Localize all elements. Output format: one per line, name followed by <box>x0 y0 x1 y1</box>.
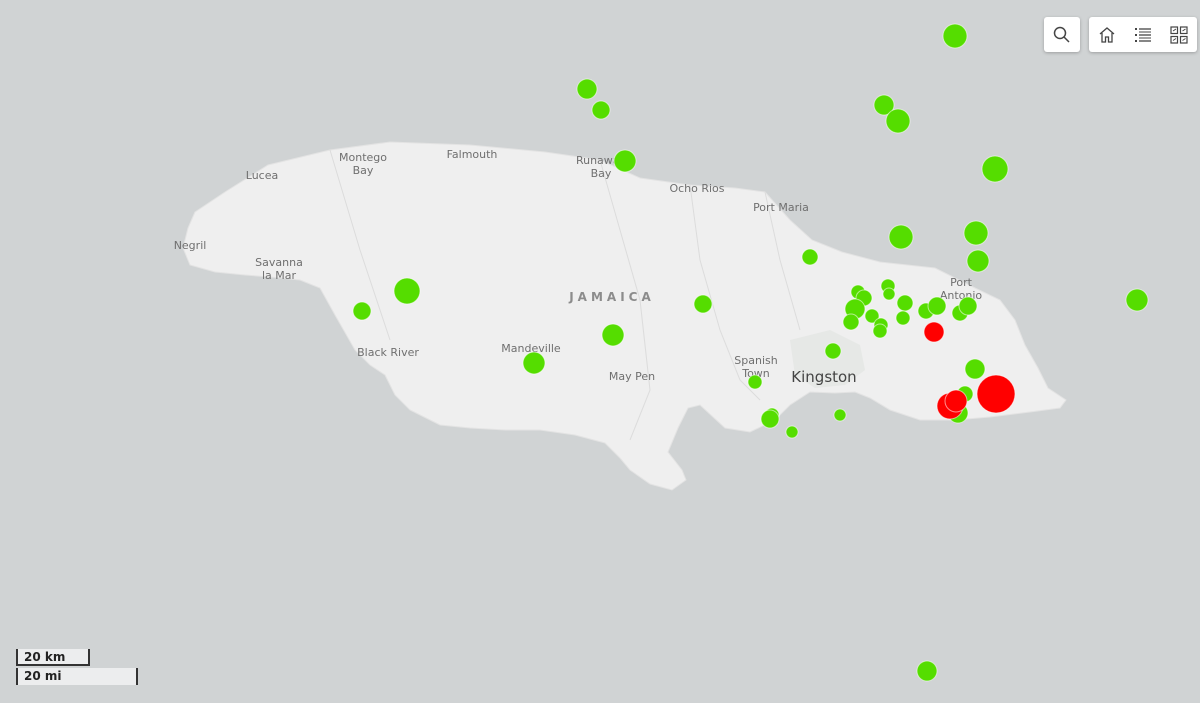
earthquake-marker[interactable] <box>981 155 1009 183</box>
earthquake-marker[interactable] <box>801 248 819 266</box>
earthquake-marker[interactable] <box>885 108 911 134</box>
scale-bar-km: 20 km <box>16 649 90 666</box>
earthquake-marker[interactable] <box>966 249 990 273</box>
place-label-port-maria: Port Maria <box>753 201 809 214</box>
island-label: JAMAICA <box>568 290 655 304</box>
place-label-lucea: Lucea <box>246 169 278 182</box>
legend-button[interactable] <box>1125 17 1161 52</box>
scale-bar-mi: 20 mi <box>16 668 138 685</box>
earthquake-marker[interactable] <box>896 294 914 312</box>
place-label-falmouth: Falmouth <box>447 148 498 161</box>
earthquake-marker[interactable] <box>942 23 968 49</box>
city-label-kingston: Kingston <box>791 368 856 386</box>
place-label-montego-bay-line2: Bay <box>353 164 374 177</box>
place-label-savanna-la-mar: Savanna <box>255 256 303 269</box>
earthquake-marker[interactable] <box>576 78 598 100</box>
earthquake-marker[interactable] <box>393 277 421 305</box>
place-label-port-antonio: Port <box>950 276 972 289</box>
earthquake-marker[interactable] <box>882 287 896 301</box>
basemap-gallery-button[interactable] <box>1161 17 1197 52</box>
earthquake-marker[interactable] <box>591 100 611 120</box>
place-label-savanna-la-mar-line2: la Mar <box>262 269 297 282</box>
home-button[interactable] <box>1089 17 1125 52</box>
earthquake-marker[interactable] <box>927 296 947 316</box>
earthquake-marker[interactable] <box>352 301 372 321</box>
list-icon <box>1135 27 1151 42</box>
earthquake-marker[interactable] <box>895 310 911 326</box>
earthquake-marker[interactable] <box>958 296 978 316</box>
earthquake-marker[interactable] <box>785 425 799 439</box>
place-label-may-pen: May Pen <box>609 370 655 383</box>
earthquake-marker[interactable] <box>872 323 888 339</box>
search-icon <box>1053 26 1070 43</box>
place-label-negril: Negril <box>174 239 207 252</box>
earthquake-marker-strong[interactable] <box>923 321 945 343</box>
earthquake-marker[interactable] <box>747 374 763 390</box>
earthquake-marker[interactable] <box>833 408 847 422</box>
earthquake-marker[interactable] <box>760 409 780 429</box>
place-label-montego-bay: Montego <box>339 151 387 164</box>
map-tools-toolbar <box>1089 17 1197 52</box>
earthquake-marker[interactable] <box>613 149 637 173</box>
map-canvas[interactable]: Montego Bay Falmouth Runaway Bay Lucea O… <box>0 0 1200 703</box>
earthquake-marker[interactable] <box>963 220 989 246</box>
earthquake-marker[interactable] <box>1125 288 1149 312</box>
basemap-gallery-icon <box>1170 25 1188 44</box>
search-button[interactable] <box>1044 17 1080 52</box>
place-label-black-river: Black River <box>357 346 419 359</box>
earthquake-marker-strong[interactable] <box>944 389 968 413</box>
place-label-ocho-rios: Ocho Rios <box>669 182 724 195</box>
earthquake-marker[interactable] <box>842 313 860 331</box>
place-label-spanish-town: Spanish <box>734 354 777 367</box>
search-toolbar <box>1044 17 1080 52</box>
earthquake-marker[interactable] <box>522 351 546 375</box>
earthquake-marker[interactable] <box>888 224 914 250</box>
earthquake-marker[interactable] <box>824 342 842 360</box>
earthquake-marker-strong[interactable] <box>976 374 1016 414</box>
earthquake-marker[interactable] <box>601 323 625 347</box>
earthquake-marker[interactable] <box>964 358 986 380</box>
earthquake-marker[interactable] <box>916 660 938 682</box>
earthquake-marker[interactable] <box>693 294 713 314</box>
place-label-runaway-bay-line2: Bay <box>591 167 612 180</box>
home-icon <box>1099 26 1115 43</box>
